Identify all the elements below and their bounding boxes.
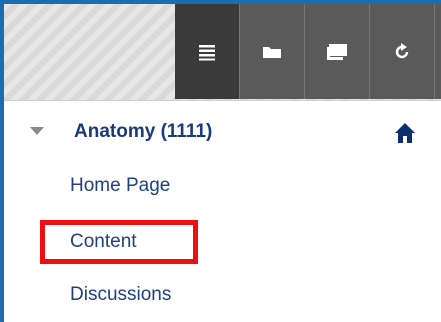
course-toolbar <box>175 4 441 99</box>
menu-item-discussions[interactable]: Discussions <box>70 283 171 307</box>
list-icon <box>199 44 215 60</box>
course-heading-row: Anatomy (1111) <box>30 118 441 146</box>
windows-view-button[interactable] <box>305 4 370 99</box>
collapse-caret-icon[interactable] <box>30 127 44 135</box>
highlight-box <box>40 220 198 264</box>
course-title[interactable]: Anatomy (1111) <box>74 118 212 146</box>
home-icon[interactable] <box>394 122 416 149</box>
menu-item-home-page[interactable]: Home Page <box>70 174 170 198</box>
refresh-icon <box>395 42 409 58</box>
list-view-button[interactable] <box>175 4 240 99</box>
folder-view-button[interactable] <box>240 4 305 99</box>
folder-icon <box>263 46 281 58</box>
windows-icon <box>327 43 347 60</box>
refresh-button[interactable] <box>370 4 435 99</box>
